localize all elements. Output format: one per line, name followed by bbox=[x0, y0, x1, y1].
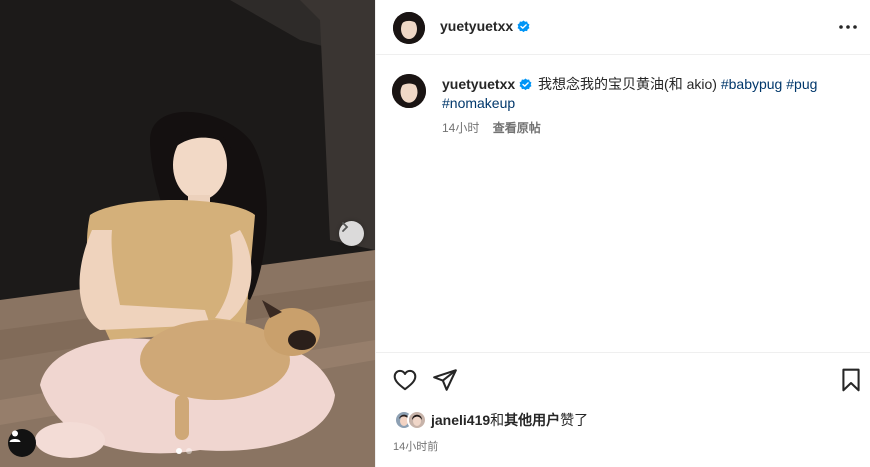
author-username[interactable]: yuetyuetxx bbox=[440, 18, 530, 34]
more-horizontal-icon bbox=[839, 25, 857, 29]
carousel-dot-active bbox=[176, 448, 182, 454]
liker-avatar[interactable] bbox=[407, 410, 427, 430]
send-paper-plane-icon bbox=[433, 369, 457, 391]
post-timestamp[interactable]: 14小时前 bbox=[393, 438, 438, 454]
save-button[interactable] bbox=[838, 367, 864, 393]
post-photo[interactable] bbox=[0, 0, 375, 467]
liked-by-joiner: 和 bbox=[490, 412, 505, 428]
see-original-link[interactable]: 查看原帖 bbox=[493, 121, 541, 135]
bookmark-icon bbox=[842, 368, 860, 392]
next-photo-button[interactable] bbox=[339, 221, 364, 246]
hashtag-nomakeup[interactable]: #nomakeup bbox=[442, 95, 515, 111]
liked-by-row: janeli419和其他用户赞了 bbox=[394, 409, 588, 431]
user-tags-button[interactable] bbox=[8, 429, 36, 457]
liked-by-username[interactable]: janeli419 bbox=[431, 412, 490, 428]
caption-author-avatar[interactable] bbox=[392, 74, 426, 108]
liked-by-suffix: 赞了 bbox=[560, 412, 589, 428]
author-username-text[interactable]: yuetyuetxx bbox=[440, 18, 513, 34]
share-button[interactable] bbox=[432, 367, 458, 393]
carousel-dot bbox=[186, 448, 192, 454]
hashtag-babypug[interactable]: #babypug bbox=[721, 76, 783, 92]
user-tag-icon bbox=[9, 430, 21, 442]
caption-text: 我想念我的宝贝黄油(和 akio) bbox=[538, 76, 717, 92]
caption-username[interactable]: yuetyuetxx bbox=[442, 76, 532, 92]
caption-time[interactable]: 14小时 bbox=[442, 121, 479, 135]
more-options-button[interactable] bbox=[837, 19, 859, 35]
chevron-right-icon bbox=[342, 222, 349, 232]
like-button[interactable] bbox=[392, 367, 418, 393]
hashtag-pug[interactable]: #pug bbox=[786, 76, 817, 92]
caption-meta: 14小时 查看原帖 bbox=[442, 119, 541, 136]
caption-username-text[interactable]: yuetyuetxx bbox=[442, 76, 515, 92]
photo-illustration bbox=[0, 0, 375, 467]
verified-badge-icon bbox=[517, 20, 530, 33]
post-caption: yuetyuetxx 我想念我的宝贝黄油(和 akio) #babypug #p… bbox=[442, 75, 852, 113]
post-actions: janeli419和其他用户赞了 14小时前 bbox=[376, 352, 870, 467]
author-avatar[interactable] bbox=[393, 12, 425, 44]
verified-badge-icon bbox=[519, 78, 532, 91]
heart-icon bbox=[393, 369, 417, 391]
post-side-panel: yuetyuetxx yuetyuetxx 我想念我的宝贝黄油(和 akio) bbox=[375, 0, 870, 467]
liked-by-others-link[interactable]: 其他用户 bbox=[504, 412, 560, 428]
carousel-indicator bbox=[176, 448, 192, 454]
post-header: yuetyuetxx bbox=[376, 0, 870, 55]
liked-by-text: janeli419和其他用户赞了 bbox=[431, 410, 588, 430]
